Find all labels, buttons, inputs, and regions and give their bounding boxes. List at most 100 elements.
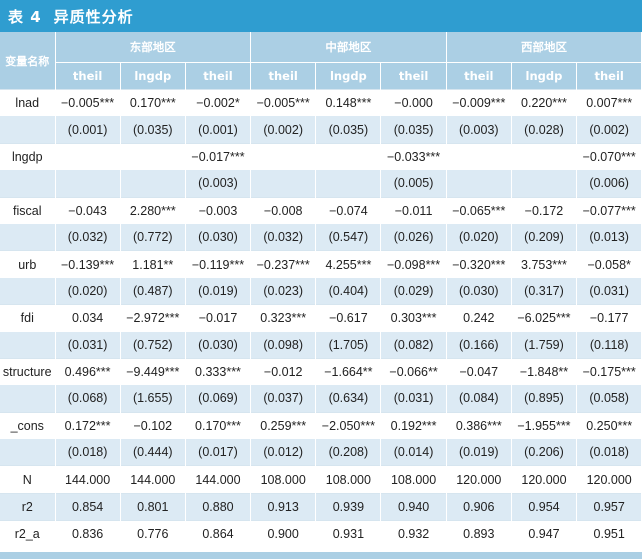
table-cell: 3.753*** xyxy=(511,250,578,278)
table-cell: −9.449*** xyxy=(120,357,186,386)
table-cell: −0.008 xyxy=(250,196,317,224)
table-cell: 0.913 xyxy=(250,492,317,521)
table-cell: −0.017 xyxy=(185,304,252,332)
table-cell: (0.030) xyxy=(446,277,512,305)
table-cell: −1.664** xyxy=(315,357,382,386)
table-cell: −0.065*** xyxy=(446,196,512,224)
table-row: lnad −0.005*** 0.170*** −0.002* −0.005*** 0.1… xyxy=(0,89,642,117)
table-cell: 0.170*** xyxy=(120,89,186,117)
table-cell xyxy=(446,170,512,198)
table-cell: (0.017) xyxy=(185,439,252,466)
row-label: lngdp xyxy=(0,142,56,171)
table-cell: −0.043 xyxy=(55,196,121,224)
table-cell: −2.972*** xyxy=(120,304,186,332)
table-cell: 0.880 xyxy=(185,492,252,521)
table-row: (0.003) (0.005) (0.006) xyxy=(0,170,642,198)
column-header: theil xyxy=(380,62,447,90)
row-label xyxy=(0,223,56,251)
row-label: fiscal xyxy=(0,196,56,224)
table-bottom-bar xyxy=(0,552,642,559)
table-cell: 0.170*** xyxy=(185,411,252,440)
table-cell: 0.333*** xyxy=(185,357,252,386)
table-cell: (0.030) xyxy=(185,223,252,251)
table-cell: −0.003 xyxy=(185,196,252,224)
table-cell: (0.029) xyxy=(380,277,447,305)
row-label xyxy=(0,116,56,144)
variable-name-header: 变量名称 xyxy=(0,32,56,90)
table-cell: (0.020) xyxy=(446,223,512,251)
table-cell: (0.030) xyxy=(185,331,252,359)
table-cell: 0.192*** xyxy=(380,411,447,440)
table-row: fdi 0.034 −2.972*** −0.017 0.323*** −0.617 0.3… xyxy=(0,304,642,332)
table-cell: −0.617 xyxy=(315,304,382,332)
table-cell: −0.009*** xyxy=(446,89,512,117)
row-label: structure xyxy=(0,357,56,386)
table-row: structure 0.496*** −9.449*** 0.333*** −0.012… xyxy=(0,357,642,386)
table-cell: −1.848** xyxy=(511,357,578,386)
column-header: theil xyxy=(55,62,121,90)
table-cell: 0.259*** xyxy=(250,411,317,440)
table-cell: 4.255*** xyxy=(315,250,382,278)
table-cell: (0.012) xyxy=(250,439,317,466)
table-cell: (0.002) xyxy=(250,116,317,144)
table-cell: (0.082) xyxy=(380,331,447,359)
table-row: r2_a 0.836 0.776 0.864 0.900 0.931 0.932 0.893 0… xyxy=(0,520,642,548)
table-body: lnad −0.005*** 0.170*** −0.002* −0.005*** 0.1… xyxy=(0,89,642,548)
table-cell: (0.035) xyxy=(120,116,186,144)
table-cell: 0.801 xyxy=(120,492,186,521)
table-cell: 0.242 xyxy=(446,304,512,332)
table-cell: −0.077*** xyxy=(576,196,642,224)
table-cell: −0.102 xyxy=(120,411,186,440)
regression-table: 变量名称 东部地区 中部地区 西部地区 theil lngdp theil th… xyxy=(0,32,642,548)
table-row: (0.020) (0.487) (0.019) (0.023) (0.404) (0.02… xyxy=(0,277,642,305)
table-cell: −0.011 xyxy=(380,196,447,224)
table-cell xyxy=(315,170,382,198)
table-row: (0.018) (0.444) (0.017) (0.012) (0.208) (0.01… xyxy=(0,439,642,466)
group-header-east: 东部地区 xyxy=(55,32,252,63)
row-label: r2 xyxy=(0,492,56,521)
table-cell: 0.864 xyxy=(185,520,252,548)
row-label: _cons xyxy=(0,411,56,440)
table-cell: (0.031) xyxy=(380,385,447,413)
table-cell: 2.280*** xyxy=(120,196,186,224)
table-cell: 0.776 xyxy=(120,520,186,548)
table-cell: 0.940 xyxy=(380,492,447,521)
table-row: r2 0.854 0.801 0.880 0.913 0.939 0.940 0.906 0.9… xyxy=(0,492,642,521)
table-cell: 0.034 xyxy=(55,304,121,332)
table-cell: 144.000 xyxy=(55,465,121,494)
table-cell: (0.317) xyxy=(511,277,578,305)
table-cell: −1.955*** xyxy=(511,411,578,440)
table-row: (0.031) (0.752) (0.030) (0.098) (1.705) (0.08… xyxy=(0,331,642,359)
table-cell: (0.035) xyxy=(380,116,447,144)
table-cell: 0.900 xyxy=(250,520,317,548)
table-row: fiscal −0.043 2.280*** −0.003 −0.008 −0.074 −0… xyxy=(0,196,642,224)
table-row: (0.032) (0.772) (0.030) (0.032) (0.547) (0.02… xyxy=(0,223,642,251)
table-cell xyxy=(511,170,578,198)
table-cell: −0.066** xyxy=(380,357,447,386)
table-title-bar: 表 4 异质性分析 xyxy=(0,0,642,32)
table-cell: (0.032) xyxy=(250,223,317,251)
table-cell: −0.320*** xyxy=(446,250,512,278)
table-cell: −0.000 xyxy=(380,89,447,117)
table-cell: 0.854 xyxy=(55,492,121,521)
table-cell: 0.148*** xyxy=(315,89,382,117)
column-header: lngdp xyxy=(315,62,382,90)
table-cell: (0.023) xyxy=(250,277,317,305)
table-cell: (0.035) xyxy=(315,116,382,144)
table-cell: 0.007*** xyxy=(576,89,642,117)
table-number: 表 4 xyxy=(8,7,42,26)
table-cell: −6.025*** xyxy=(511,304,578,332)
table-cell: −0.033*** xyxy=(380,142,447,171)
table-cell: 120.000 xyxy=(446,465,512,494)
table-cell: 144.000 xyxy=(185,465,252,494)
table-cell: −0.058* xyxy=(576,250,642,278)
table-cell: (0.006) xyxy=(576,170,642,198)
row-label xyxy=(0,277,56,305)
table-row: _cons 0.172*** −0.102 0.170*** 0.259*** −2.05… xyxy=(0,411,642,440)
table-cell: 108.000 xyxy=(250,465,317,494)
table-cell: (0.019) xyxy=(446,439,512,466)
table-cell xyxy=(120,142,186,171)
table-row: urb −0.139*** 1.181** −0.119*** −0.237*** 4.2… xyxy=(0,250,642,278)
table-cell: 120.000 xyxy=(511,465,578,494)
table-cell: 0.323*** xyxy=(250,304,317,332)
